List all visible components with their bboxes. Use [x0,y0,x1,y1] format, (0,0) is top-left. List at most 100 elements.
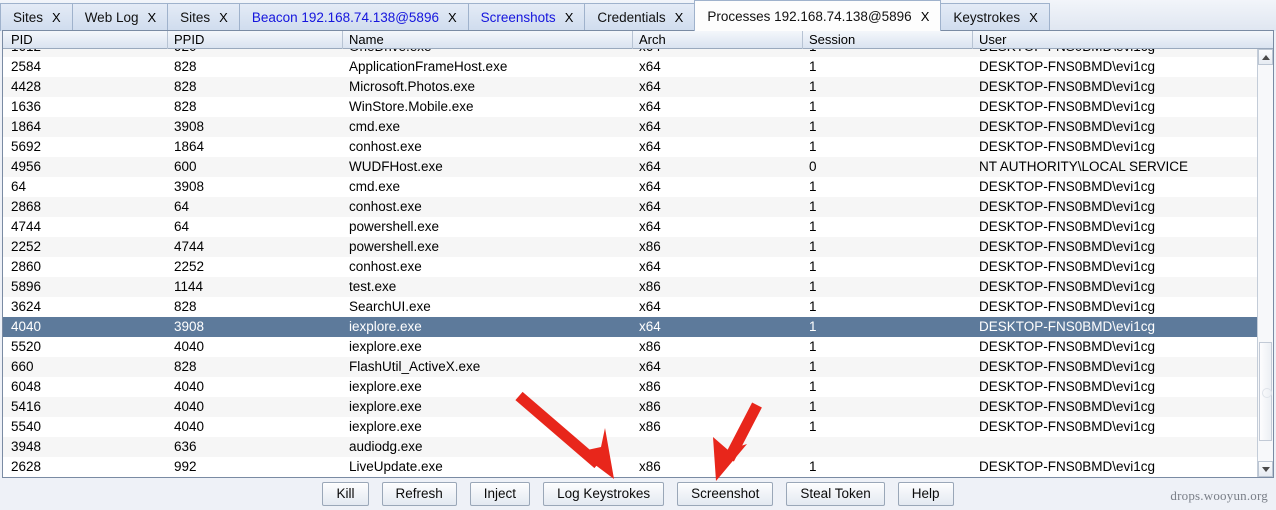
cell-ppid: 920 [174,49,341,57]
processes-window: Sites X Web Log X Sites X Beacon 192.168.74.13… [0,0,1276,510]
tab-label: Screenshots [480,10,556,25]
column-header-ppid[interactable]: PPID [168,31,343,49]
cell-arch: x64 [639,179,661,194]
kill-button[interactable]: Kill [322,482,369,506]
cell-session: 1 [809,339,817,354]
table-row[interactable]: 6048 4040 iexplore.exe x86 1 DESKTOP-FNS0BMD\… [3,377,1257,397]
tab-close-icon[interactable]: X [675,10,684,25]
cell-ppid: 1144 [174,279,204,294]
table-row[interactable]: 4040 3908 iexplore.exe x64 1 DESKTOP-FNS0BMD\… [3,317,1257,337]
table-row[interactable]: 4744 64 powershell.exe x64 1 DESKTOP-FNS0BMD\… [3,217,1257,237]
table-row[interactable]: 1612 920 OneDrive.exe x64 1 DESKTOP-FNS0BMD\e… [3,49,1257,57]
table-row[interactable]: 3624 828 SearchUI.exe x64 1 DESKTOP-FNS0BMD\e… [3,297,1257,317]
cell-pid: 4956 [11,159,42,174]
cell-session: 1 [809,459,817,474]
cell-pid: 1636 [11,99,42,114]
table-row[interactable]: 2860 2252 conhost.exe x64 1 DESKTOP-FNS0BMD\e… [3,257,1257,277]
column-header-arch[interactable]: Arch [633,31,803,49]
table-row[interactable]: 5692 1864 conhost.exe x64 1 DESKTOP-FNS0BMD\e… [3,137,1257,157]
tab-sites[interactable]: Sites X [0,3,73,31]
table-row[interactable]: 2868 64 conhost.exe x64 1 DESKTOP-FNS0BMD\evi… [3,197,1257,217]
cell-ppid: 3908 [174,319,205,334]
cell-pid: 4040 [11,319,42,334]
tab-close-icon[interactable]: X [147,10,156,25]
tab-beacon-192-168-74-138-5896[interactable]: Beacon 192.168.74.138@5896 X [238,3,469,31]
process-table-panel: PIDPPIDNameArchSessionUser 1612 920 OneDri… [2,30,1274,478]
table-row[interactable]: 2252 4744 powershell.exe x86 1 DESKTOP-FNS0BM… [3,237,1257,257]
cell-name: WinStore.Mobile.exe [349,99,474,114]
cell-pid: 64 [11,179,27,194]
cell-ppid: 636 [174,439,197,454]
cell-ppid: 828 [174,99,197,114]
cell-arch: x64 [639,219,661,234]
cell-session: 1 [809,99,817,114]
tab-sites[interactable]: Sites X [167,3,240,31]
cell-user: DESKTOP-FNS0BMD\evi1cg [979,279,1156,294]
cell-session: 1 [809,59,817,74]
column-header-session[interactable]: Session [803,31,973,49]
table-row[interactable]: 5520 4040 iexplore.exe x86 1 DESKTOP-FNS0BMD\… [3,337,1257,357]
scroll-down-button[interactable] [1258,461,1273,477]
cell-user: DESKTOP-FNS0BMD\evi1cg [979,459,1156,474]
cell-user: DESKTOP-FNS0BMD\evi1cg [979,399,1156,414]
tab-close-icon[interactable]: X [921,9,930,24]
cell-name: conhost.exe [349,139,422,154]
column-header-name[interactable]: Name [343,31,633,49]
log-keystrokes-button[interactable]: Log Keystrokes [543,482,665,506]
tab-close-icon[interactable]: X [565,10,574,25]
cell-user: DESKTOP-FNS0BMD\evi1cg [979,359,1156,374]
vertical-scrollbar[interactable] [1257,49,1273,477]
cell-session [809,437,971,457]
table-row[interactable]: 64 3908 cmd.exe x64 1 DESKTOP-FNS0BMD\evi1cg [3,177,1257,197]
cell-ppid: 3908 [174,179,205,194]
table-row[interactable]: 1864 3908 cmd.exe x64 1 DESKTOP-FNS0BMD\evi1c… [3,117,1257,137]
scrollbar-thumb[interactable] [1259,342,1272,442]
column-header-pid[interactable]: PID [5,31,168,49]
cell-ppid: 992 [174,459,197,474]
cell-arch: x64 [639,359,661,374]
cell-ppid: 4040 [174,419,205,434]
screenshot-button[interactable]: Screenshot [677,482,774,506]
tab-keystrokes[interactable]: Keystrokes X [940,3,1050,31]
cell-user: DESKTOP-FNS0BMD\evi1cg [979,179,1156,194]
scroll-up-button[interactable] [1258,49,1273,65]
cell-name: audiodg.exe [349,439,423,454]
scrollbar-track[interactable] [1258,65,1273,461]
table-row[interactable]: 5416 4040 iexplore.exe x86 1 DESKTOP-FNS0BMD\… [3,397,1257,417]
cell-session: 1 [809,279,817,294]
steal-token-button[interactable]: Steal Token [786,482,885,506]
table-row[interactable]: 3948 636 audiodg.exe [3,437,1257,457]
tab-close-icon[interactable]: X [52,10,61,25]
table-row[interactable]: 4428 828 Microsoft.Photos.exe x64 1 DESKTOP-F… [3,77,1257,97]
tab-label: Credentials [597,10,666,25]
tab-web-log[interactable]: Web Log X [71,3,169,31]
cell-pid: 1864 [11,119,42,134]
tab-close-icon[interactable]: X [219,10,228,25]
cell-ppid: 4040 [174,379,205,394]
tab-processes-192-168-74-138-5896[interactable]: Processes 192.168.74.138@5896 X [694,0,942,31]
cell-arch [639,437,801,457]
table-row[interactable]: 5896 1144 test.exe x86 1 DESKTOP-FNS0BMD\evi1… [3,277,1257,297]
cell-pid: 4744 [11,219,42,234]
column-header-user[interactable]: User [973,31,1257,49]
tab-credentials[interactable]: Credentials X [584,3,696,31]
cell-user: DESKTOP-FNS0BMD\evi1cg [979,319,1156,334]
cell-name: powershell.exe [349,239,440,254]
table-row[interactable]: 2628 992 LiveUpdate.exe x86 1 DESKTOP-FNS0BMD… [3,457,1257,477]
cell-user: DESKTOP-FNS0BMD\evi1cg [979,49,1255,57]
table-row[interactable]: 2584 828 ApplicationFrameHost.exe x64 1 DESKT… [3,57,1257,77]
table-row[interactable]: 5540 4040 iexplore.exe x86 1 DESKTOP-FNS0BMD\… [3,417,1257,437]
table-row[interactable]: 4956 600 WUDFHost.exe x64 0 NT AUTHORITY\LOCA… [3,157,1257,177]
cell-pid: 2868 [11,199,42,214]
table-row[interactable]: 1636 828 WinStore.Mobile.exe x64 1 DESKTOP-FN… [3,97,1257,117]
tab-label: Beacon 192.168.74.138@5896 [251,10,439,25]
tab-close-icon[interactable]: X [1029,10,1038,25]
inject-button[interactable]: Inject [469,482,531,506]
tab-screenshots[interactable]: Screenshots X [467,3,586,31]
tab-close-icon[interactable]: X [448,10,457,25]
help-button[interactable]: Help [897,482,954,506]
table-row[interactable]: 660 828 FlashUtil_ActiveX.exe x64 1 DESKTOP-F… [3,357,1257,377]
cell-user: DESKTOP-FNS0BMD\evi1cg [979,379,1156,394]
cell-pid: 3624 [11,299,42,314]
refresh-button[interactable]: Refresh [381,482,457,506]
